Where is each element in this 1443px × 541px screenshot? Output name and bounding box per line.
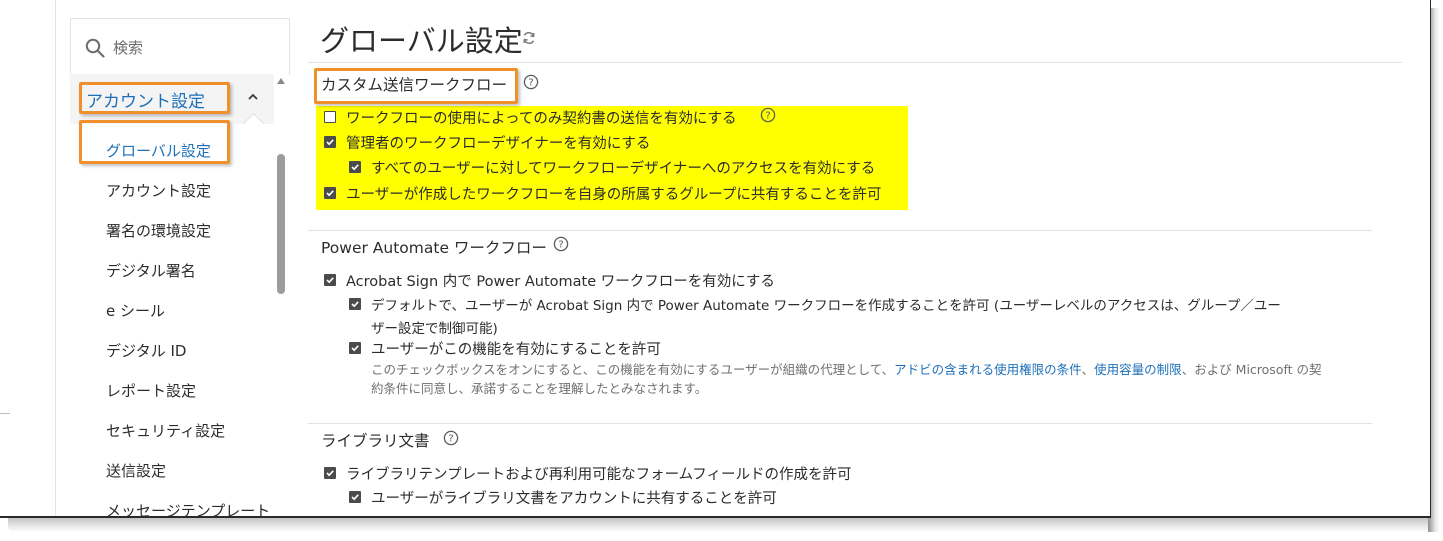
feature-description-line2: 約条件に同意し、承諾することを理解したとみなされます。 (371, 381, 708, 396)
highlight-nav-group (79, 82, 230, 114)
sidebar-item-send-settings[interactable]: 送信設定 (106, 460, 166, 481)
checkbox-enable-power-automate[interactable] (324, 274, 336, 286)
checkbox-share-workflows-group[interactable] (324, 187, 336, 199)
svg-text:?: ? (528, 78, 533, 89)
link-usage-limits[interactable]: 使用容量の制限 (1094, 362, 1182, 377)
help-icon[interactable]: ? (553, 236, 569, 252)
sidebar-item-report-settings[interactable]: レポート設定 (106, 380, 196, 401)
svg-text:?: ? (765, 111, 770, 122)
sidebar-item-message-templates[interactable]: メッセージテンプレート (106, 500, 270, 516)
help-icon[interactable]: ? (760, 107, 776, 123)
checkbox-admin-workflow-designer[interactable] (324, 136, 336, 148)
section-divider (308, 423, 1372, 424)
check-icon (326, 139, 334, 146)
search-box (70, 18, 290, 75)
link-adobe-terms[interactable]: アドビの含まれる使用権限の条件 (894, 362, 1082, 377)
check-icon (326, 190, 334, 197)
section-title-power-automate: Power Automate ワークフロー (321, 239, 547, 257)
checkbox-library-templates[interactable] (324, 467, 336, 479)
option-label: 管理者のワークフローデザイナーを有効にする (346, 136, 651, 152)
highlight-section-title (314, 68, 518, 104)
checkbox-share-library-account[interactable] (349, 491, 361, 503)
left-divider (55, 0, 56, 516)
refresh-icon[interactable] (521, 30, 537, 46)
section-divider (308, 230, 1372, 231)
description-text: このチェックボックスをオンにすると、この機能を有効にするユーザーが組織の代理とし… (371, 362, 895, 377)
checkbox-workflow-only-send[interactable] (324, 111, 336, 123)
svg-text:?: ? (558, 240, 563, 251)
option-label: Acrobat Sign 内で Power Automate ワークフローを有効… (346, 274, 775, 290)
chevron-up-icon[interactable] (246, 92, 260, 102)
description-separator: 、 (1081, 362, 1095, 377)
feature-description: このチェックボックスをオンにすると、この機能を有効にするユーザーが組織の代理とし… (371, 359, 1322, 378)
check-icon (351, 301, 359, 308)
edge-tick (0, 413, 10, 414)
check-icon (326, 277, 334, 284)
sidebar-item-digital-id[interactable]: デジタル ID (106, 340, 186, 361)
option-label: ユーザーが作成したワークフローを自身の所属するグループに共有することを許可 (346, 187, 882, 203)
app-window: アカウント設定 グローバル設定 アカウント設定 署名の環境設定 デジタル署名 e… (0, 0, 1431, 518)
option-label: ユーザーがこの機能を有効にすることを許可 (371, 342, 661, 358)
option-label: ワークフローの使用によってのみ契約書の送信を有効にする (346, 111, 737, 127)
help-icon[interactable]: ? (523, 74, 539, 90)
sidebar-item-security-settings[interactable]: セキュリティ設定 (106, 420, 225, 441)
checkbox-all-users-designer[interactable] (349, 161, 361, 173)
sidebar-item-account-settings[interactable]: アカウント設定 (106, 180, 211, 201)
svg-text:?: ? (448, 434, 453, 445)
search-input[interactable] (113, 37, 273, 59)
sidebar-scrollbar[interactable] (274, 74, 288, 516)
checkbox-users-enable-feature[interactable] (349, 342, 361, 354)
sidebar-item-signature-preferences[interactable]: 署名の環境設定 (106, 220, 211, 241)
option-label: すべてのユーザーに対してワークフローデザイナーへのアクセスを有効にする (371, 161, 876, 177)
section-title-library: ライブラリ文書 (321, 432, 430, 450)
option-label: ユーザーがライブラリ文書をアカウントに共有することを許可 (371, 491, 777, 507)
title-divider (308, 62, 1402, 63)
check-icon (351, 164, 359, 171)
option-label-line2: ザー設定で制御可能) (371, 321, 498, 337)
sidebar-item-digital-signatures[interactable]: デジタル署名 (106, 260, 196, 281)
page-title: グローバル設定 (320, 24, 523, 58)
sidebar-item-e-seal[interactable]: e シール (106, 300, 165, 321)
highlight-global-settings (79, 120, 230, 164)
nav-sub-list: グローバル設定 アカウント設定 署名の環境設定 デジタル署名 e シール デジタ… (70, 124, 274, 516)
check-icon (351, 494, 359, 501)
option-label-line1: デフォルトで、ユーザーが Acrobat Sign 内で Power Autom… (371, 298, 1281, 314)
scrollbar-thumb[interactable] (277, 154, 285, 294)
search-icon (85, 38, 105, 58)
help-icon[interactable]: ? (443, 430, 459, 446)
scroll-up-arrow-icon[interactable] (277, 78, 285, 84)
check-icon (351, 345, 359, 352)
checkbox-default-user-create[interactable] (349, 298, 361, 310)
check-icon (326, 470, 334, 477)
option-label: ライブラリテンプレートおよび再利用可能なフォームフィールドの作成を許可 (346, 467, 852, 483)
description-text: 、および Microsoft の契 (1181, 362, 1322, 377)
